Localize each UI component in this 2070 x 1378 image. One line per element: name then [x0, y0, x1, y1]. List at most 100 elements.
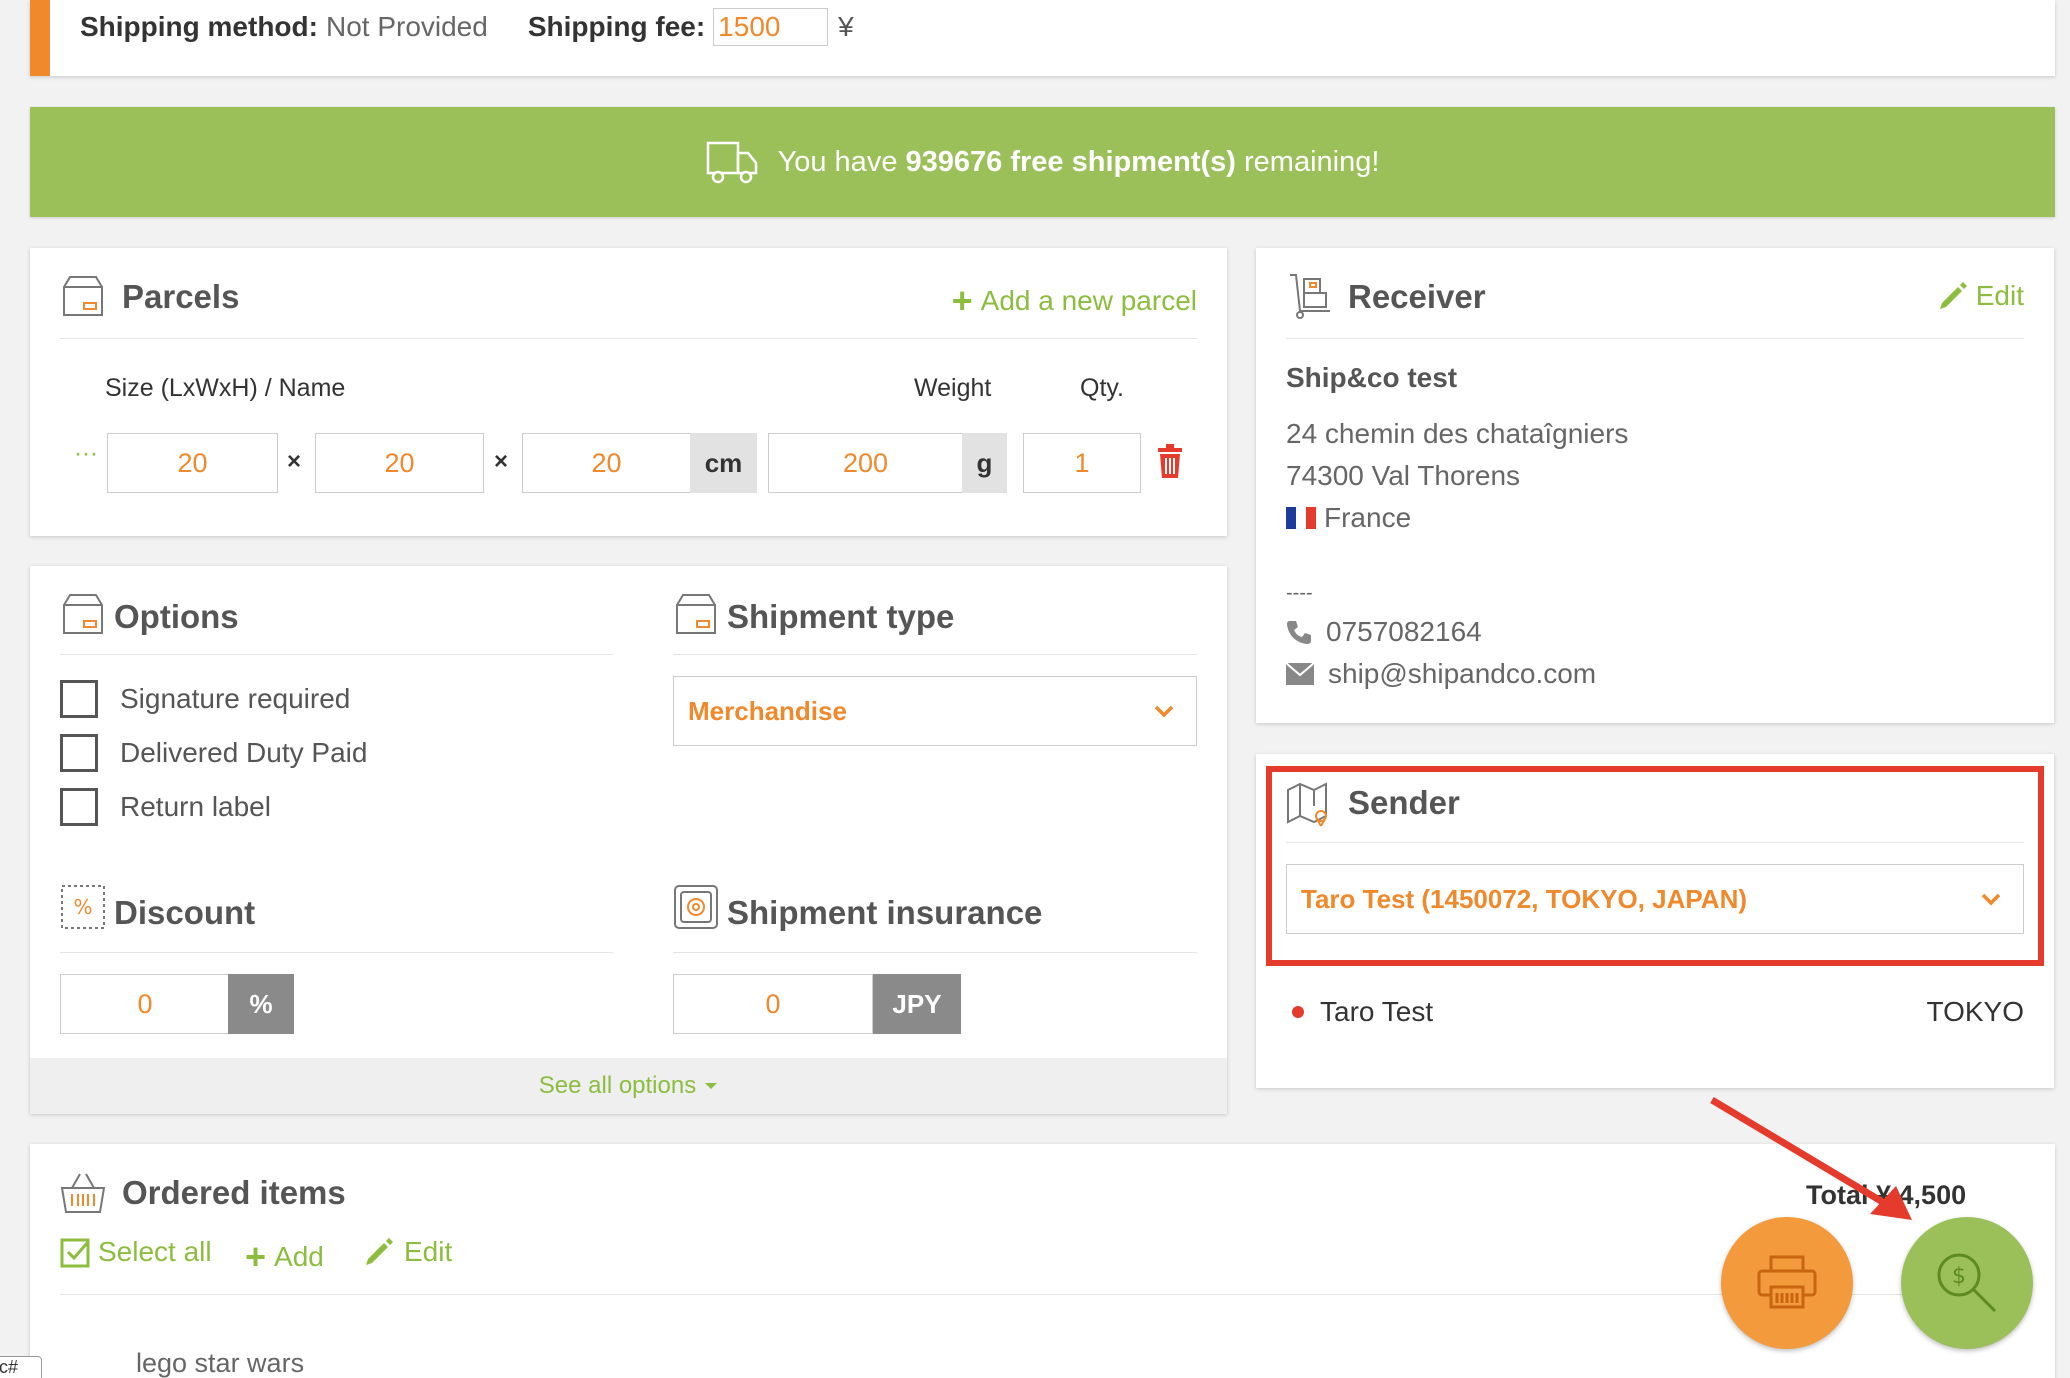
price-search-icon: $	[1937, 1253, 1997, 1313]
trash-icon[interactable]	[1156, 444, 1184, 478]
options-title: Options	[114, 598, 239, 635]
shipment-type-value: Merchandise	[688, 695, 847, 726]
printer-icon	[1757, 1255, 1817, 1309]
pencil-icon	[1939, 282, 1967, 309]
hand-truck-icon	[1290, 274, 1330, 319]
plus-icon: +	[245, 1236, 267, 1277]
select-all-label: Select all	[98, 1236, 212, 1267]
insurance-input[interactable]: 0	[673, 974, 873, 1034]
divider	[60, 654, 613, 655]
box-icon	[63, 594, 103, 634]
sender-card: Sender Taro Test (1450072, TOKYO, JAPAN)…	[1256, 754, 2054, 1088]
box-icon	[676, 594, 716, 634]
ordered-items-title: Ordered items	[122, 1174, 346, 1211]
envelope-icon	[1286, 663, 1314, 685]
discount-unit: %	[228, 974, 294, 1034]
receiver-title: Receiver	[1348, 278, 1486, 315]
checkbox[interactable]	[60, 788, 98, 826]
banner-prefix: You have	[777, 145, 898, 178]
size-column-header: Size (LxWxH) / Name	[105, 374, 346, 402]
receiver-country-name: France	[1324, 502, 1412, 533]
shipment-type-select[interactable]: Merchandise	[673, 676, 1197, 746]
divider	[1286, 338, 2024, 339]
discount-input[interactable]: 0	[60, 974, 230, 1034]
shipping-method-label: Shipping method:	[80, 11, 318, 42]
percent-tag-icon: %	[61, 885, 105, 929]
receiver-address-line2: 74300 Val Thorens	[1286, 460, 1521, 491]
chevron-down-icon	[1981, 893, 2001, 906]
option-signature-required[interactable]: Signature required	[60, 680, 350, 718]
discount-title: Discount	[114, 894, 256, 931]
chevron-down-icon	[1154, 705, 1174, 718]
divider	[60, 338, 1197, 339]
shipment-type-title: Shipment type	[727, 598, 955, 635]
svg-text:%: %	[73, 895, 92, 919]
height-input[interactable]: 20	[522, 433, 691, 493]
edit-receiver-button[interactable]: Edit	[1938, 280, 2024, 312]
qty-column-header: Qty.	[1080, 374, 1124, 402]
box-icon	[63, 276, 103, 316]
safe-icon	[674, 885, 718, 929]
parcels-card: Parcels + Add a new parcel Size (LxWxH) …	[30, 248, 1227, 536]
list-item: lego star wars	[136, 1348, 305, 1378]
divider	[1286, 842, 2024, 843]
parcels-title: Parcels	[122, 278, 240, 315]
phone-icon	[1287, 621, 1311, 644]
sender-select[interactable]: Taro Test (1450072, TOKYO, JAPAN)	[1286, 864, 2024, 934]
edit-label: Edit	[404, 1236, 453, 1267]
divider	[673, 952, 1197, 953]
add-item-button[interactable]: + Add	[245, 1236, 324, 1278]
qty-input[interactable]: 1	[1023, 433, 1141, 493]
currency-symbol: ¥	[838, 11, 854, 42]
edit-label: Edit	[1975, 280, 2024, 311]
add-parcel-label: Add a new parcel	[980, 285, 1197, 316]
options-card: Options Signature required Delivered Dut…	[30, 566, 1227, 1114]
option-label: Return label	[120, 791, 271, 822]
divider	[673, 654, 1197, 655]
option-label: Signature required	[120, 683, 351, 714]
add-parcel-button[interactable]: + Add a new parcel	[952, 280, 1197, 322]
sender-summary: Taro Test	[1286, 996, 1433, 1028]
caret-down-icon	[705, 1083, 718, 1089]
checkbox[interactable]	[60, 680, 98, 718]
map-pin-icon	[1287, 782, 1327, 827]
sender-title: Sender	[1348, 784, 1460, 821]
receiver-separator: ----	[1286, 582, 1313, 604]
sender-selected-value: Taro Test (1450072, TOKYO, JAPAN)	[1301, 883, 1747, 914]
shipping-fee-input[interactable]: 1500	[713, 8, 829, 46]
see-all-options-toggle[interactable]: See all options	[30, 1058, 1227, 1114]
corner-tag: c#	[0, 1356, 42, 1378]
receiver-phone: 0757082164	[1286, 616, 1482, 648]
add-label: Add	[274, 1241, 324, 1272]
accent-stripe	[30, 0, 50, 76]
receiver-name: Ship&co test	[1286, 362, 1458, 393]
sender-name: Taro Test	[1320, 996, 1434, 1027]
banner-count: 939676 free shipment(s)	[905, 145, 1236, 178]
receiver-address-line1: 24 chemin des chataîgniers	[1286, 418, 1629, 449]
receiver-phone-number: 0757082164	[1326, 616, 1482, 647]
shipping-method-value: Not Provided	[325, 11, 488, 42]
select-all-button[interactable]: Select all	[60, 1236, 212, 1268]
checkbox[interactable]	[60, 734, 98, 772]
width-input[interactable]: 20	[315, 433, 484, 493]
plus-icon: +	[951, 280, 973, 321]
japan-flag-icon	[1286, 1002, 1314, 1022]
shipping-info-row: Shipping method: Not Provided Shipping f…	[80, 8, 854, 46]
edit-items-button[interactable]: Edit	[364, 1236, 452, 1268]
option-return-label[interactable]: Return label	[60, 788, 271, 826]
times-sign: ×	[494, 448, 509, 475]
pencil-icon	[366, 1238, 393, 1265]
receiver-country: France	[1286, 502, 1411, 534]
checkbox-checked-icon	[60, 1238, 90, 1268]
truck-icon	[706, 141, 757, 184]
sender-city: TOKYO	[1926, 996, 2024, 1027]
france-flag-icon	[1286, 507, 1316, 529]
length-input[interactable]: 20	[107, 433, 278, 493]
divider	[60, 952, 613, 953]
banner-suffix: remaining!	[1244, 145, 1380, 178]
times-sign: ×	[287, 448, 302, 475]
drag-handle[interactable]: ···	[74, 440, 98, 468]
annotation-arrow-icon	[1710, 1096, 1912, 1220]
option-delivered-duty-paid[interactable]: Delivered Duty Paid	[60, 734, 367, 772]
weight-input[interactable]: 200	[768, 433, 963, 493]
